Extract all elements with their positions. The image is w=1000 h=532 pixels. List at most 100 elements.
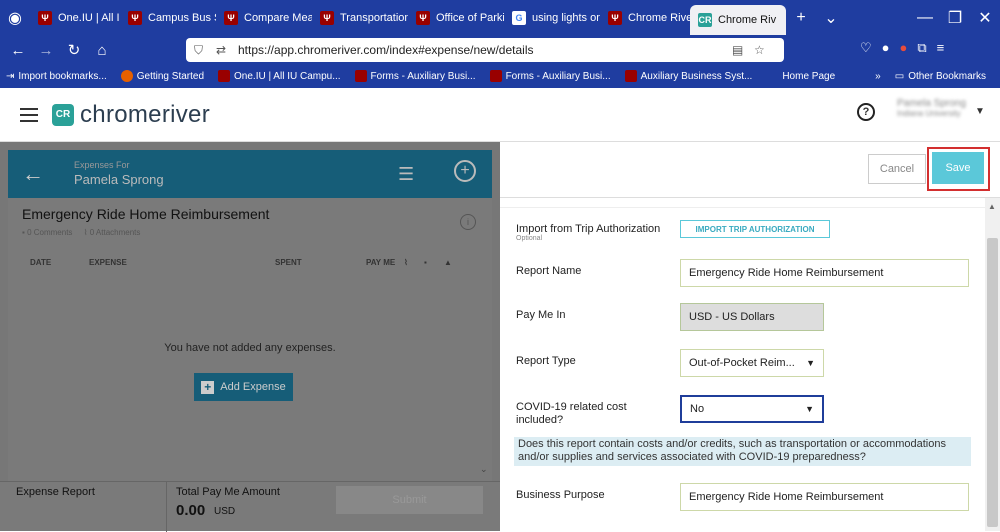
shield-icon: ⛉ xyxy=(194,42,204,57)
iu-favicon-icon: Ψ xyxy=(416,11,430,25)
cancel-button[interactable]: Cancel xyxy=(868,154,926,184)
expense-table-header: DATE EXPENSE SPENT PAY ME ⌇ ▪ ▲ xyxy=(8,254,492,270)
new-tab-button[interactable]: + xyxy=(786,0,816,36)
comment-icon: ▪ xyxy=(22,228,25,237)
save-button[interactable]: Save xyxy=(932,152,984,184)
home-icon[interactable]: ⌂ xyxy=(88,36,116,64)
permissions-icon: ⇄ xyxy=(216,43,227,57)
business-purpose-label: Business Purpose xyxy=(516,489,605,501)
iu-favicon-icon xyxy=(624,70,637,82)
report-actions-bar: Cancel Save xyxy=(500,142,1000,198)
comments-count[interactable]: 0 Comments xyxy=(27,228,72,237)
pay-me-in-label: Pay Me In xyxy=(516,309,566,321)
add-expense-label: Add Expense xyxy=(220,381,286,393)
bookmark-getting-started[interactable]: Getting Started xyxy=(120,70,204,82)
user-name: Pamela Sprong xyxy=(897,98,966,109)
firefox-icon xyxy=(120,70,133,82)
close-window-icon[interactable]: ✕ xyxy=(970,0,1000,36)
reload-icon[interactable]: ↻ xyxy=(60,36,88,64)
pay-me-in-field: USD - US Dollars xyxy=(680,303,824,331)
firefox-menu-icon[interactable]: ◉ xyxy=(0,0,30,36)
tab-using-lights[interactable]: Gusing lights on xyxy=(504,0,600,36)
iu-favicon-icon: Ψ xyxy=(38,11,52,25)
total-amount: 0.00 xyxy=(176,502,206,519)
iu-favicon-icon xyxy=(218,70,231,82)
dropdown-arrow-icon: ▼ xyxy=(806,358,815,368)
tab-campus-bus[interactable]: ΨCampus Bus Se xyxy=(120,0,216,36)
tab-one-iu[interactable]: ΨOne.IU | All IU xyxy=(30,0,120,36)
browser-tab-bar: ◉ ΨOne.IU | All IU ΨCampus Bus Se ΨCompa… xyxy=(0,0,1000,36)
report-title: Emergency Ride Home Reimbursement xyxy=(22,206,270,222)
expense-list-panel: ← Expenses For Pamela Sprong ☰ + Emergen… xyxy=(0,142,500,532)
expense-report-label: Expense Report xyxy=(16,486,95,498)
tab-office-of-parking[interactable]: Ψ Office of Parkin xyxy=(408,0,504,36)
bookmark-star-icon[interactable]: ☆ xyxy=(754,43,770,57)
bookmarks-overflow-icon[interactable]: » xyxy=(875,71,881,82)
add-circle-icon[interactable]: + xyxy=(454,160,476,182)
import-trip-authorization-button[interactable]: IMPORT TRIP AUTHORIZATION xyxy=(680,220,830,238)
report-type-select[interactable]: Out-of-Pocket Reim... ▼ xyxy=(680,349,824,377)
comment-icon: ▪ xyxy=(424,258,427,267)
bookmark-forms-2[interactable]: Forms - Auxiliary Busi... xyxy=(489,70,611,82)
app-menu-icon[interactable]: ≡ xyxy=(937,40,945,56)
restore-icon[interactable]: ❐ xyxy=(940,0,970,36)
bookmarks-bar: ⇥ Import bookmarks... Getting Started One… xyxy=(0,64,1000,88)
tab-list-chevron-icon[interactable]: ⌄ xyxy=(816,0,846,36)
extension-icon[interactable]: ● xyxy=(900,40,908,56)
column-pay-me: PAY ME xyxy=(366,258,396,267)
sort-icon[interactable]: ☰ xyxy=(398,164,414,185)
bookmark-forms-1[interactable]: Forms - Auxiliary Busi... xyxy=(354,70,476,82)
scroll-up-icon[interactable]: ▲ xyxy=(988,202,996,211)
chromeriver-logo: CR chromeriver xyxy=(52,101,210,129)
column-spent: SPENT xyxy=(275,258,302,267)
report-meta: ▪ 0 Comments ⌇ 0 Attachments xyxy=(22,228,140,237)
other-bookmarks[interactable]: ▭ Other Bookmarks xyxy=(895,71,986,82)
scroll-down-icon[interactable]: ⌄ xyxy=(480,464,488,475)
iu-favicon-icon xyxy=(354,70,367,82)
toolbar-extensions: ♡ ● ● ⧉ ≡ xyxy=(860,40,944,56)
minimize-icon[interactable]: — xyxy=(910,0,940,36)
report-name-input[interactable]: Emergency Ride Home Reimbursement xyxy=(680,259,969,287)
covid-select[interactable]: No ▼ xyxy=(680,395,824,423)
tab-chrome-river-active[interactable]: CRChrome Riv✕ xyxy=(690,5,786,35)
tab-compare-meal[interactable]: Ψ Compare Meal xyxy=(216,0,312,36)
hamburger-menu-icon[interactable] xyxy=(20,107,38,122)
tab-chrome-river-1[interactable]: ΨChrome River T xyxy=(600,0,690,36)
bookmark-import[interactable]: ⇥ Import bookmarks... xyxy=(6,71,107,82)
form-top-divider xyxy=(500,198,985,208)
scrollbar-thumb[interactable] xyxy=(987,238,998,527)
extensions-puzzle-icon[interactable]: ⧉ xyxy=(917,40,926,56)
expense-report-footer: Expense Report Total Pay Me Amount 0.00 … xyxy=(0,481,500,532)
help-icon[interactable]: ? xyxy=(857,103,875,121)
reader-view-icon[interactable]: ▤ xyxy=(732,43,748,57)
folder-icon: ▭ xyxy=(894,70,905,82)
column-expense: EXPENSE xyxy=(89,258,127,267)
report-type-value: Out-of-Pocket Reim... xyxy=(689,357,795,369)
add-expense-button[interactable]: + Add Expense xyxy=(194,373,293,401)
empty-message: You have not added any expenses. xyxy=(164,342,336,354)
warning-icon: ▲ xyxy=(444,258,452,267)
bookmark-home-page[interactable]: Home Page xyxy=(766,70,835,82)
iu-favicon-icon xyxy=(489,70,502,82)
account-icon[interactable]: ● xyxy=(882,40,890,56)
bookmark-one-iu[interactable]: One.IU | All IU Campu... xyxy=(218,70,341,82)
covid-label: COVID-19 related cost included? xyxy=(516,401,627,426)
tab-transportation[interactable]: Ψ Transportation xyxy=(312,0,408,36)
url-bar[interactable]: ⛉ ⇄ https://app.chromeriver.com/index#ex… xyxy=(186,38,784,62)
pocket-icon[interactable]: ♡ xyxy=(860,40,872,56)
submit-button[interactable]: Submit xyxy=(336,486,483,514)
covid-note: Does this report contain costs and/or cr… xyxy=(514,437,971,466)
user-chevron-down-icon[interactable]: ▼ xyxy=(975,106,985,117)
dropdown-arrow-icon: ▼ xyxy=(805,404,814,414)
form-scrollbar[interactable]: ▲ xyxy=(985,198,1000,531)
back-arrow-icon[interactable]: ← xyxy=(8,161,58,187)
back-icon[interactable]: ← xyxy=(4,36,32,64)
attachments-count[interactable]: 0 Attachments xyxy=(90,228,141,237)
business-purpose-input[interactable]: Emergency Ride Home Reimbursement xyxy=(680,483,969,511)
iu-favicon-icon: Ψ xyxy=(320,11,334,25)
iu-favicon-icon: Ψ xyxy=(608,11,622,25)
forward-icon[interactable]: → xyxy=(32,36,60,64)
user-menu[interactable]: Pamela Sprong Indiana University xyxy=(897,98,966,118)
bookmark-auxiliary[interactable]: Auxiliary Business Syst... xyxy=(624,70,752,82)
info-icon[interactable]: i xyxy=(460,214,476,230)
